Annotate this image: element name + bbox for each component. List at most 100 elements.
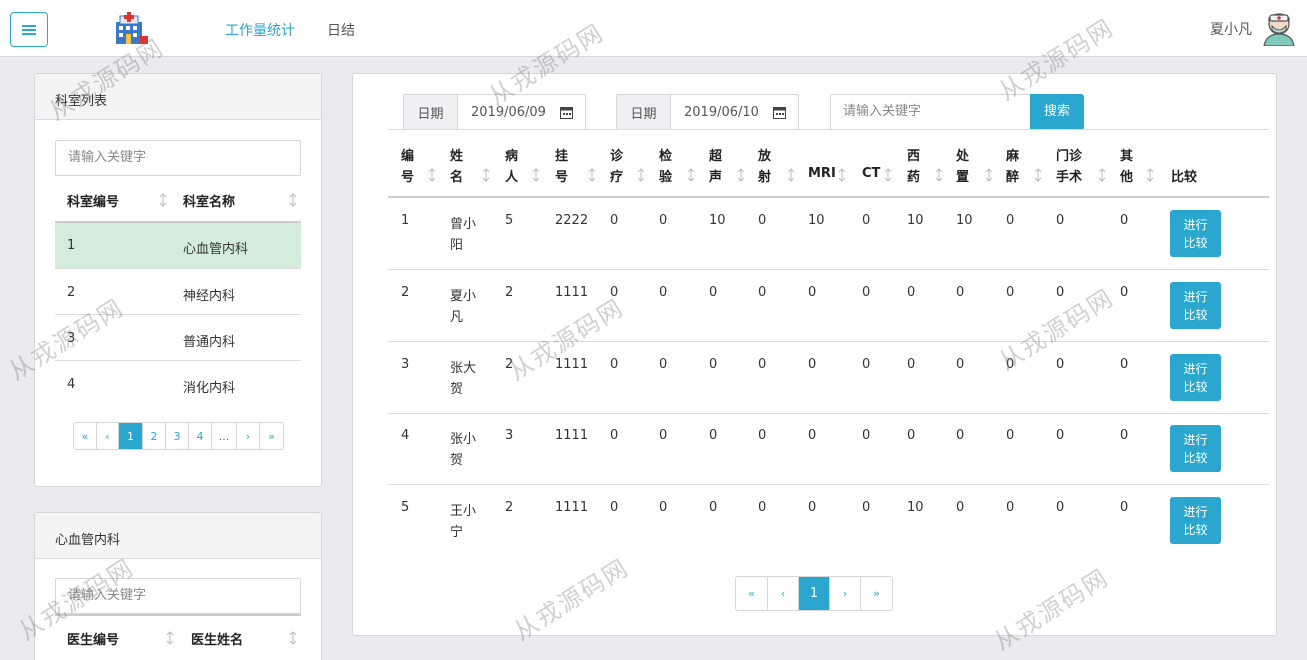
pagination-page-2[interactable]: 2: [143, 423, 166, 449]
nav-link-daily-settlement[interactable]: 日结: [327, 20, 355, 40]
column-header-line1[interactable]: 检: [659, 145, 672, 164]
column-header-line1[interactable]: 诊: [610, 145, 623, 164]
column-header-line1[interactable]: 其: [1120, 145, 1133, 164]
column-header-dept-name[interactable]: 科室名称: [183, 191, 235, 210]
pagination-next[interactable]: ›: [830, 577, 861, 610]
column-header-line2[interactable]: 人: [505, 166, 518, 185]
pagination-page-4[interactable]: 4: [189, 423, 212, 449]
calendar-icon[interactable]: [560, 106, 573, 119]
pagination-page-3[interactable]: 3: [166, 423, 189, 449]
pagination-first[interactable]: «: [74, 423, 97, 449]
end-date-value[interactable]: 2019/06/10: [684, 105, 759, 120]
column-header-line2[interactable]: CT: [862, 166, 880, 181]
doctor-panel-title: 心血管内科: [35, 513, 321, 559]
sort-icon[interactable]: [787, 168, 795, 182]
doctor-avatar-icon[interactable]: [1262, 10, 1296, 47]
compare-button[interactable]: 进行 比较: [1170, 497, 1221, 544]
sort-icon[interactable]: [935, 168, 943, 182]
cell-value: 0: [610, 213, 619, 228]
sort-icon[interactable]: [166, 631, 174, 645]
pagination-last[interactable]: »: [861, 577, 892, 610]
column-header-line1[interactable]: 编: [401, 145, 414, 164]
sort-icon[interactable]: [289, 193, 297, 207]
patient-name-line2: 凡: [450, 310, 464, 325]
column-header-line1[interactable]: 处: [956, 145, 969, 164]
column-header-line1[interactable]: 西: [907, 145, 920, 164]
column-header-line1[interactable]: 放: [758, 145, 771, 164]
sort-icon[interactable]: [838, 168, 846, 182]
column-header-line2[interactable]: 手术: [1056, 166, 1082, 185]
keyword-search-input[interactable]: 请输入关键字: [830, 94, 1031, 130]
column-header-line1[interactable]: 挂: [555, 145, 568, 164]
column-header-doctor-id[interactable]: 医生编号: [67, 629, 119, 648]
compare-button[interactable]: 进行 比较: [1170, 210, 1221, 257]
calendar-icon[interactable]: [773, 106, 786, 119]
sort-icon[interactable]: [482, 168, 490, 182]
cell-value: 0: [610, 357, 619, 372]
sort-icon[interactable]: [985, 168, 993, 182]
sort-icon[interactable]: [428, 168, 436, 182]
row-number: 4: [401, 428, 410, 443]
column-header-line1[interactable]: 超: [709, 145, 722, 164]
cell-value: 0: [1120, 285, 1129, 300]
pagination-prev[interactable]: ‹: [97, 423, 119, 449]
pagination-last[interactable]: »: [260, 423, 283, 449]
column-header-line2[interactable]: 号: [401, 166, 414, 185]
pagination-first[interactable]: «: [736, 577, 768, 610]
pagination-next[interactable]: ›: [237, 423, 260, 449]
table-row-selected[interactable]: [55, 223, 301, 268]
column-header-line2[interactable]: 名: [450, 166, 463, 185]
pagination-page-1[interactable]: 1: [119, 423, 143, 449]
compare-button[interactable]: 进行 比较: [1170, 282, 1221, 329]
search-button[interactable]: 搜索: [1030, 94, 1084, 130]
user-name[interactable]: 夏小凡: [1210, 19, 1252, 39]
column-header-line1[interactable]: 病: [505, 145, 518, 164]
sort-icon[interactable]: [1146, 168, 1154, 182]
start-date-picker[interactable]: 日期 2019/06/09: [403, 94, 586, 130]
column-header-line1[interactable]: 麻: [1006, 145, 1019, 164]
compare-button[interactable]: 进行 比较: [1170, 354, 1221, 401]
department-search-input[interactable]: 请输入关键字: [55, 140, 301, 176]
menu-toggle-button[interactable]: [10, 12, 48, 47]
sort-icon[interactable]: [1098, 168, 1106, 182]
hamburger-icon: [22, 24, 36, 35]
sort-icon[interactable]: [737, 168, 745, 182]
column-header-line2[interactable]: 验: [659, 166, 672, 185]
column-header-line2[interactable]: 声: [709, 166, 722, 185]
column-header-line2[interactable]: 置: [956, 166, 969, 185]
column-header-line2[interactable]: MRI: [808, 166, 836, 181]
column-header-line1[interactable]: 姓: [450, 145, 463, 164]
sort-icon[interactable]: [637, 168, 645, 182]
sort-icon[interactable]: [687, 168, 695, 182]
table-divider: [55, 314, 301, 315]
column-header-line2[interactable]: 他: [1120, 166, 1133, 185]
sort-icon[interactable]: [1034, 168, 1042, 182]
pagination-prev[interactable]: ‹: [768, 577, 799, 610]
cell-value: 0: [862, 357, 871, 372]
sort-icon[interactable]: [884, 168, 892, 182]
sort-icon[interactable]: [532, 168, 540, 182]
column-header-line2[interactable]: 疗: [610, 166, 623, 185]
compare-button[interactable]: 进行 比较: [1170, 425, 1221, 472]
sort-icon[interactable]: [159, 193, 167, 207]
sort-icon[interactable]: [289, 631, 297, 645]
start-date-value[interactable]: 2019/06/09: [471, 105, 546, 120]
pagination-page-1[interactable]: 1: [799, 577, 830, 610]
column-header-line2[interactable]: 射: [758, 166, 771, 185]
end-date-picker[interactable]: 日期 2019/06/10: [616, 94, 799, 130]
column-header-line2[interactable]: 醉: [1006, 166, 1019, 185]
column-header-line2[interactable]: 号: [555, 166, 568, 185]
column-header-line2[interactable]: 药: [907, 166, 920, 185]
cell-value: 10: [907, 213, 924, 228]
hospital-logo-icon[interactable]: [112, 10, 150, 48]
sort-icon[interactable]: [588, 168, 596, 182]
column-header-dept-id[interactable]: 科室编号: [67, 191, 119, 210]
cell-value: 0: [659, 213, 668, 228]
column-header-line2[interactable]: 比较: [1171, 166, 1197, 185]
doctor-search-input[interactable]: 请输入关键字: [55, 578, 301, 614]
compare-button-label: 比较: [1183, 450, 1208, 465]
column-header-line1[interactable]: 门诊: [1056, 145, 1082, 164]
nav-link-workload[interactable]: 工作量统计: [225, 20, 295, 40]
compare-button-label: 比较: [1183, 307, 1208, 322]
column-header-doctor-name[interactable]: 医生姓名: [191, 629, 243, 648]
